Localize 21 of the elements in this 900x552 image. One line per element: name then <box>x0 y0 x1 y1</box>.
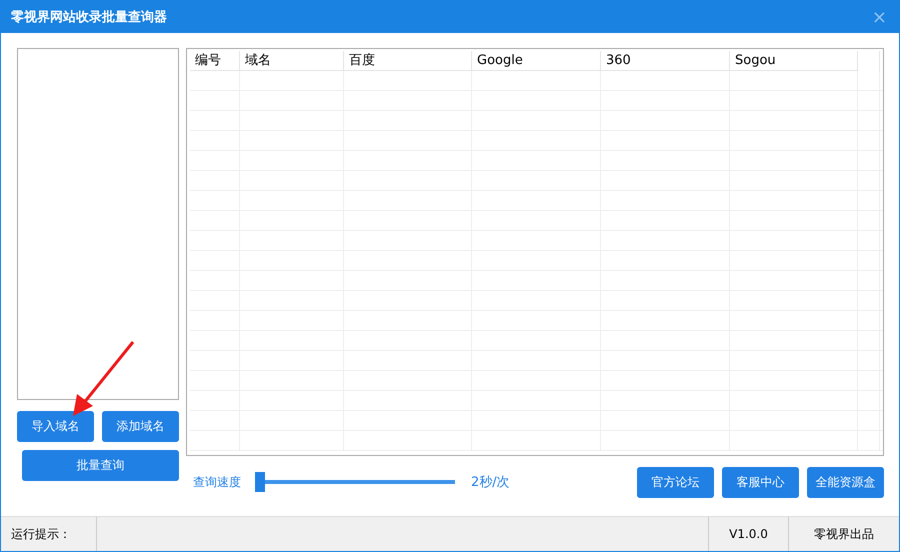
column-header[interactable]: 编号 <box>190 51 240 71</box>
link-button[interactable]: 官方论坛 <box>637 466 714 498</box>
status-hint: 运行提示： <box>1 517 97 551</box>
column-header[interactable]: 域名 <box>240 51 344 71</box>
query-button[interactable]: 批量查询 <box>22 450 179 481</box>
speed-label: 查询速度 <box>193 474 241 490</box>
column-header[interactable]: Google <box>472 51 601 71</box>
column-header[interactable]: 百度 <box>344 51 472 71</box>
close-button[interactable]: × <box>872 6 887 28</box>
domain-button[interactable]: 导入域名 <box>17 411 94 442</box>
domain-list[interactable] <box>17 48 179 400</box>
speed-reading: 2秒/次 <box>471 474 510 491</box>
maker-text: 零视界出品 <box>813 526 875 542</box>
version-text: V1.0.0 <box>709 517 789 551</box>
column-header[interactable]: 360 <box>601 51 730 71</box>
link-button[interactable]: 客服中心 <box>722 466 799 498</box>
slider-thumb[interactable] <box>255 472 265 492</box>
domain-button[interactable]: 添加域名 <box>102 411 179 442</box>
window-title: 零视界网站收录批量查询器 <box>11 9 167 26</box>
column-header[interactable]: Sogou <box>730 51 858 71</box>
link-button[interactable]: 全能资源盒 <box>807 466 884 498</box>
